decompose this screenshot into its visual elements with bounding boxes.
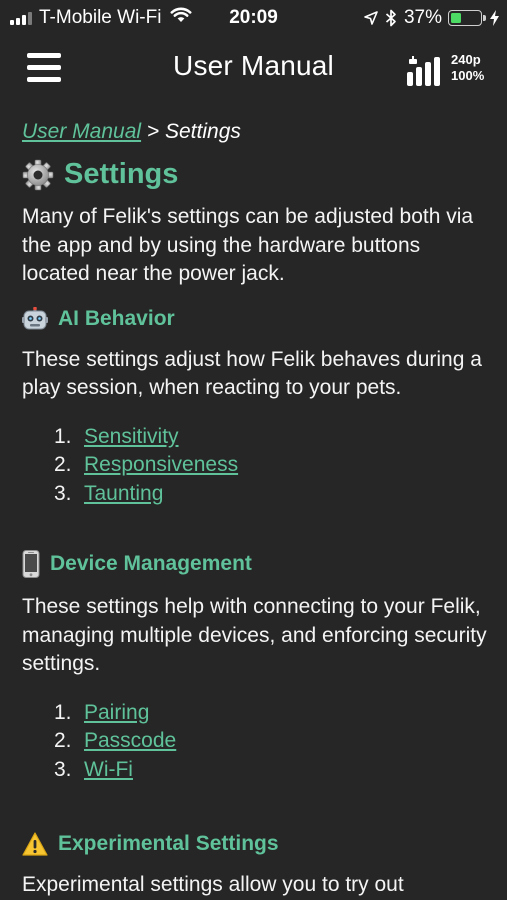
link-pairing[interactable]: Pairing xyxy=(84,699,149,728)
ai-behavior-description: These settings adjust how Felik behaves … xyxy=(22,347,482,400)
breadcrumb-link-user-manual[interactable]: User Manual xyxy=(22,120,141,143)
list-number: 2. xyxy=(54,729,72,752)
list-number: 1. xyxy=(54,424,72,448)
robot-icon xyxy=(22,306,48,331)
ai-behavior-title: AI Behavior xyxy=(58,306,175,330)
section-heading-settings: Settings xyxy=(22,158,487,191)
section-heading-ai-behavior: AI Behavior xyxy=(22,306,487,331)
breadcrumb: User Manual > Settings xyxy=(22,120,487,144)
list-number: 2. xyxy=(54,453,72,476)
stream-quality-indicator[interactable]: 240p 100% xyxy=(405,50,484,90)
signal-strength-icon xyxy=(407,56,440,86)
link-wifi[interactable]: Wi-Fi xyxy=(84,756,133,785)
settings-title: Settings xyxy=(64,158,179,190)
battery-nub xyxy=(483,15,486,21)
location-icon xyxy=(364,11,378,25)
quality-resolution: 240p xyxy=(451,52,481,67)
link-passcode[interactable]: Passcode xyxy=(84,727,176,756)
list-item: 2. Passcode xyxy=(22,727,487,756)
section-heading-experimental-settings: Experimental Settings xyxy=(22,832,487,856)
status-bar: T-Mobile Wi-Fi 20:09 37% xyxy=(0,0,507,36)
section-heading-device-management: Device Management xyxy=(22,550,487,578)
device-management-description: These settings help with connecting to y… xyxy=(22,595,487,675)
list-number: 3. xyxy=(54,757,72,781)
bluetooth-icon xyxy=(385,9,397,27)
list-item: 3. Taunting xyxy=(22,480,487,509)
charging-icon xyxy=(490,10,499,26)
gear-icon xyxy=(22,159,54,191)
battery-icon xyxy=(448,10,486,26)
device-management-title: Device Management xyxy=(50,552,252,575)
navigation-bar: User Manual 240p 100% xyxy=(0,36,507,100)
battery-level xyxy=(451,13,461,23)
breadcrumb-separator: > xyxy=(141,120,165,143)
quality-percent: 100% xyxy=(451,68,485,83)
link-taunting[interactable]: Taunting xyxy=(84,480,163,509)
ai-behavior-links: 1. Sensitivity 2. Responsiveness 3. Taun… xyxy=(22,423,487,509)
list-number: 3. xyxy=(54,481,72,505)
status-bar-right: 37% xyxy=(364,7,499,29)
mobile-phone-icon xyxy=(22,550,40,578)
intro-paragraph: Many of Felik's settings can be adjusted… xyxy=(22,205,474,285)
breadcrumb-current: Settings xyxy=(165,120,241,143)
list-number: 1. xyxy=(54,700,72,724)
list-item: 2. Responsiveness xyxy=(22,451,487,480)
list-item: 1. Sensitivity xyxy=(22,423,487,452)
quality-label: 240p 100% xyxy=(451,52,484,84)
list-item: 3. Wi-Fi xyxy=(22,756,487,785)
experimental-settings-title: Experimental Settings xyxy=(58,832,279,855)
battery-percent: 37% xyxy=(403,7,442,28)
experimental-settings-description: Experimental settings allow you to try o… xyxy=(22,873,404,896)
link-responsiveness[interactable]: Responsiveness xyxy=(84,451,238,480)
link-sensitivity[interactable]: Sensitivity xyxy=(84,423,179,452)
warning-icon xyxy=(22,832,48,856)
device-management-links: 1. Pairing 2. Passcode 3. Wi-Fi xyxy=(22,699,487,785)
list-item: 1. Pairing xyxy=(22,699,487,728)
manual-content: User Manual > Settings Settings Many of … xyxy=(22,100,487,900)
